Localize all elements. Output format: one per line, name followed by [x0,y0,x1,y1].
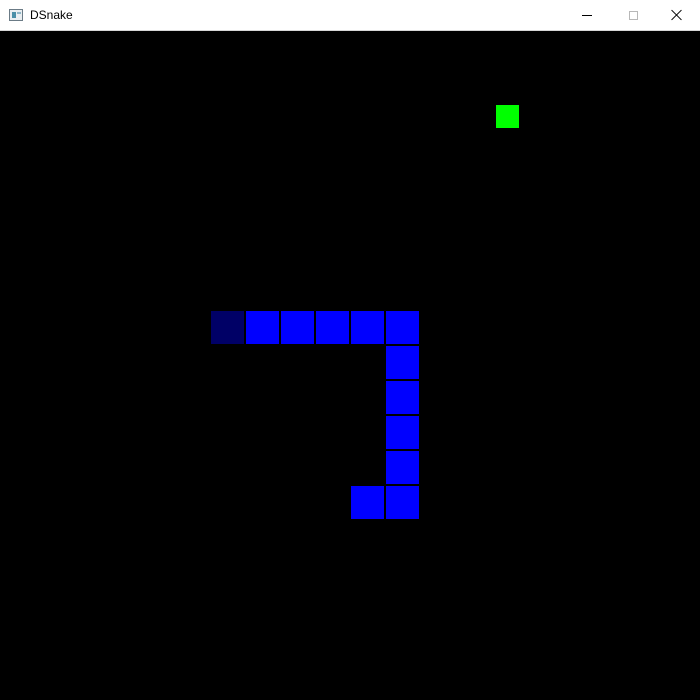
app-window-icon [9,9,23,21]
close-button[interactable] [654,0,700,30]
snake-body-segment [351,311,384,344]
minimize-button[interactable] [564,0,610,30]
snake-body-segment [386,346,419,379]
game-board[interactable] [1,31,699,700]
snake-body-segment [386,486,419,519]
maximize-button[interactable] [610,0,656,30]
snake-body-segment [246,311,279,344]
food-pellet [496,105,519,128]
minimize-icon [582,14,592,16]
snake-tail-segment [211,311,244,344]
game-window: DSnake [0,0,700,700]
snake-body-segment [386,416,419,449]
title-bar[interactable]: DSnake [0,0,700,31]
snake-body-segment [386,451,419,484]
snake-body-segment [281,311,314,344]
snake-body-segment [386,381,419,414]
window-title: DSnake [30,8,73,22]
snake-body-segment [386,311,419,344]
snake-head-segment [351,486,384,519]
snake-body-segment [316,311,349,344]
close-icon [671,9,683,21]
maximize-icon [628,10,638,20]
